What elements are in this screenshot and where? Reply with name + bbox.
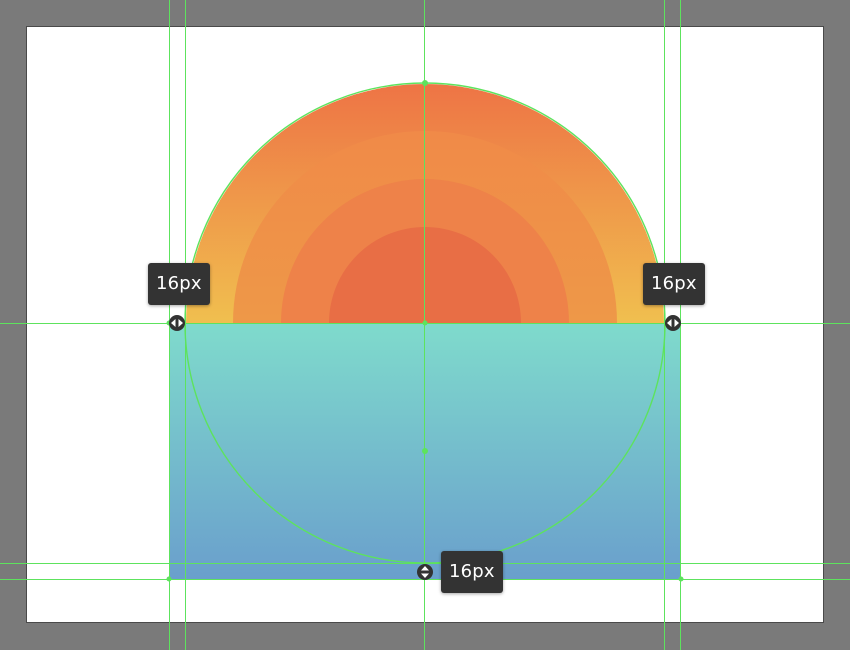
horizontal-resize-handle-icon[interactable] (665, 315, 681, 331)
anchor-top[interactable] (422, 80, 428, 86)
bottom-gap-tooltip: 16px (441, 551, 503, 593)
anchor-horizon-center[interactable] (422, 320, 428, 326)
anchor-bottom-right[interactable] (678, 576, 684, 582)
canvas: 16px 16px 16px (0, 0, 850, 650)
horizontal-resize-handle-icon[interactable] (169, 315, 185, 331)
illustration (0, 0, 850, 650)
right-gap-tooltip: 16px (643, 263, 705, 305)
anchor-bottom-left[interactable] (166, 576, 172, 582)
vertical-resize-handle-icon[interactable] (417, 564, 433, 580)
anchor-center[interactable] (422, 448, 428, 454)
left-gap-tooltip: 16px (148, 263, 210, 305)
